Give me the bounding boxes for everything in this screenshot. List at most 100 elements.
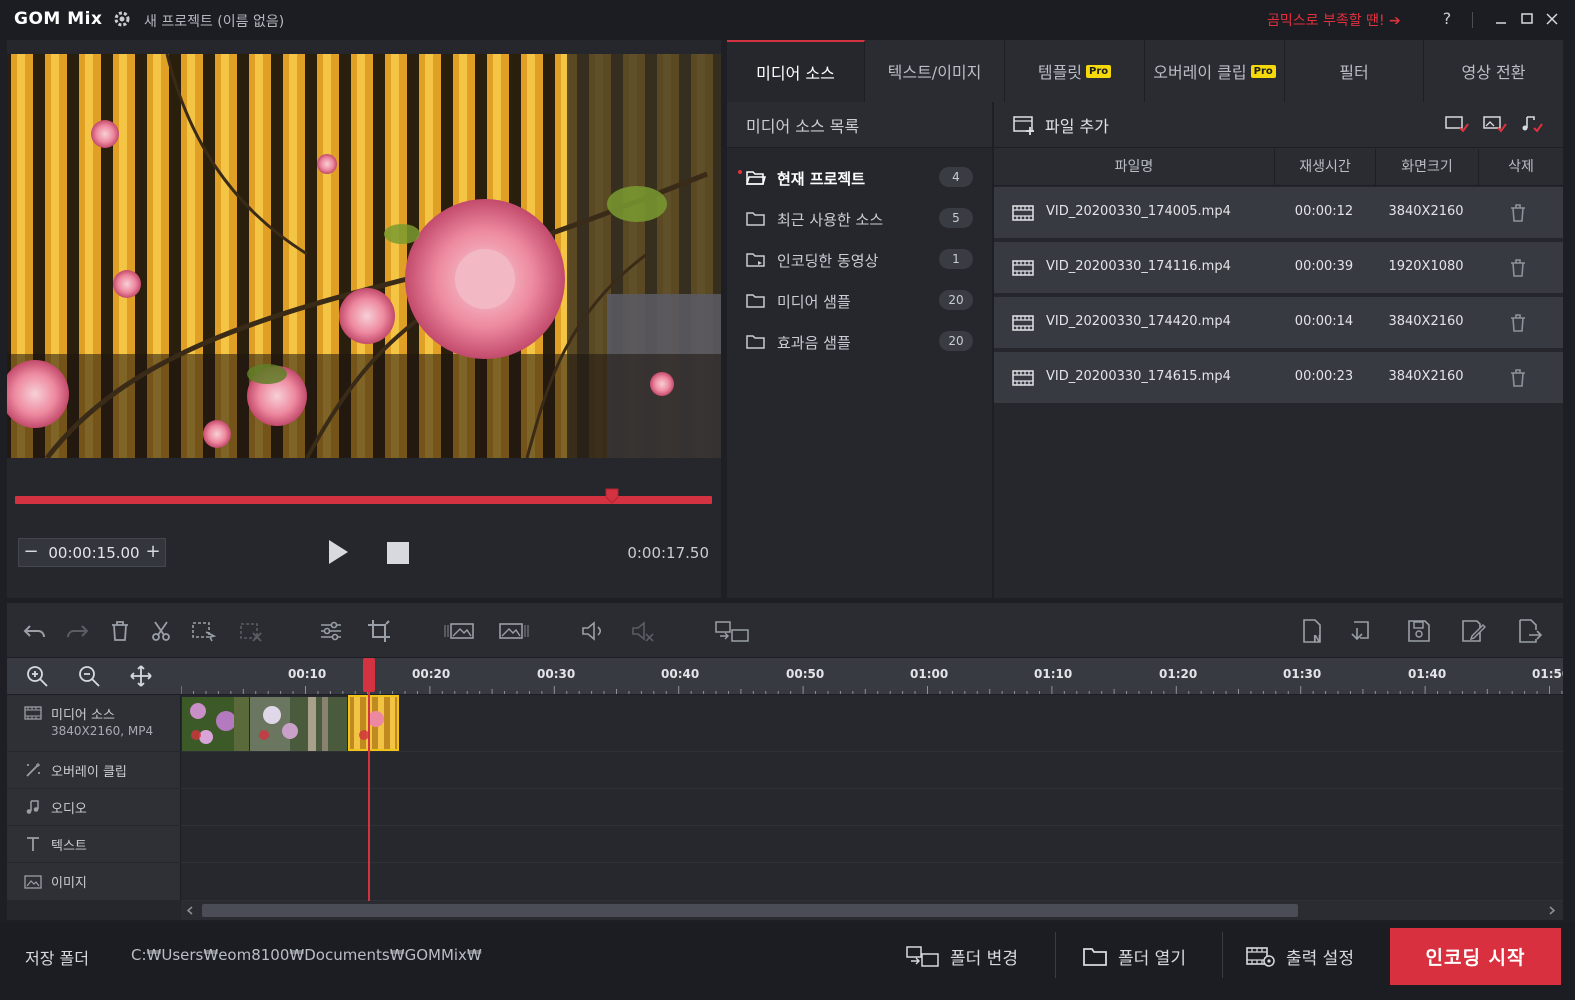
add-file-button[interactable]: 파일 추가 [1045, 113, 1109, 137]
output-settings-button[interactable]: 출력 설정 [1246, 930, 1354, 982]
image-track-lane[interactable] [182, 863, 1563, 901]
tab-media-source[interactable]: 미디어 소스 [727, 40, 865, 102]
trash-icon[interactable] [1509, 368, 1527, 388]
cut-icon[interactable] [148, 618, 174, 644]
minimize-icon[interactable] [1491, 8, 1511, 30]
export-project-icon[interactable] [1516, 618, 1542, 644]
film-icon [24, 705, 42, 721]
source-item-sound-samples[interactable]: 효과음 샘플 20 [727, 321, 992, 362]
replace-clip-icon[interactable] [714, 618, 750, 644]
select-range-icon[interactable] [190, 618, 216, 644]
crop-icon[interactable] [366, 618, 392, 644]
tab-transition[interactable]: 영상 전환 [1424, 40, 1563, 102]
time-decrement-button[interactable]: − [20, 540, 42, 565]
track-label-audio: 오디오 [7, 789, 181, 826]
select-image-icon[interactable] [1482, 114, 1508, 134]
stop-icon[interactable] [386, 541, 410, 565]
source-item-label: 효과음 샘플 [777, 334, 851, 352]
tab-template[interactable]: 템플릿 Pro [1005, 40, 1145, 102]
select-audio-icon[interactable] [1520, 114, 1544, 134]
timeline-clip[interactable] [182, 697, 249, 751]
tab-label: 미디어 소스 [756, 64, 835, 83]
ruler-tick-label: 00:50 [786, 667, 825, 681]
pro-badge: Pro [1250, 64, 1276, 78]
playhead-handle[interactable] [363, 658, 375, 692]
save-as-icon[interactable] [1460, 618, 1486, 644]
zoom-in-icon[interactable] [25, 664, 49, 688]
mute-icon[interactable] [630, 618, 656, 644]
open-project-icon[interactable] [1350, 618, 1376, 644]
source-item-current-project[interactable]: 현재 프로젝트 4 [727, 157, 992, 198]
overlay-track-lane[interactable] [182, 752, 1563, 789]
fit-timeline-icon[interactable] [129, 664, 153, 688]
file-duration: 00:00:39 [1294, 259, 1354, 274]
split-clip-icon[interactable] [238, 618, 264, 644]
open-folder-button[interactable]: 폴더 열기 [1082, 930, 1186, 982]
column-header-duration[interactable]: 재생시간 [1275, 156, 1375, 176]
seek-handle[interactable] [605, 488, 619, 504]
change-folder-button[interactable]: 폴더 변경 [906, 930, 1018, 982]
source-item-recent[interactable]: 최근 사용한 소스 5 [727, 198, 992, 239]
tab-overlay-clip[interactable]: 오버레이 클립 Pro [1145, 40, 1285, 102]
current-time-input[interactable]: 00:00:15.00 [44, 544, 144, 562]
folder-video-icon [746, 251, 766, 269]
column-header-filename[interactable]: 파일명 [994, 156, 1274, 176]
timeline-ruler[interactable] [181, 658, 1563, 695]
file-row[interactable]: VID_20200330_174615.mp4 00:00:23 3840X21… [994, 352, 1563, 405]
start-encoding-button[interactable]: 인코딩 시작 [1390, 928, 1561, 985]
source-item-encoded[interactable]: 인코딩한 동영상 1 [727, 239, 992, 280]
ruler-tick-label: 00:20 [412, 667, 451, 681]
settings-gear-icon[interactable] [113, 10, 131, 28]
source-item-media-samples[interactable]: 미디어 샘플 20 [727, 280, 992, 321]
track-name: 텍스트 [51, 839, 87, 854]
tab-text-image[interactable]: 텍스트/이미지 [865, 40, 1005, 102]
track-media-info: 3840X2160, MP4 [51, 724, 154, 738]
track-label-media: 미디어 소스 3840X2160, MP4 [7, 695, 181, 752]
delete-icon[interactable] [107, 618, 133, 644]
help-button[interactable]: ? [1438, 9, 1456, 28]
insert-image-before-icon[interactable] [442, 618, 476, 644]
file-row[interactable]: VID_20200330_174116.mp4 00:00:39 1920X10… [994, 242, 1563, 295]
playhead-line[interactable] [368, 658, 370, 902]
play-icon[interactable] [326, 538, 350, 566]
timeline-clip[interactable] [250, 697, 347, 751]
trash-icon[interactable] [1509, 313, 1527, 333]
column-header-resolution[interactable]: 화면크기 [1376, 156, 1478, 176]
change-folder-icon [906, 944, 940, 968]
image-icon [24, 874, 42, 890]
save-project-icon[interactable] [1406, 618, 1432, 644]
source-item-count: 4 [939, 167, 973, 187]
trash-icon[interactable] [1509, 203, 1527, 223]
add-file-icon[interactable] [1012, 113, 1036, 135]
time-increment-button[interactable]: + [142, 540, 164, 565]
magic-wand-icon [24, 762, 42, 778]
audio-track-lane[interactable] [182, 789, 1563, 826]
save-folder-path: C:₩Users₩eom8100₩Documents₩GOMMix₩ [131, 946, 482, 964]
close-icon[interactable] [1542, 8, 1562, 30]
scroll-right-icon[interactable] [1546, 904, 1558, 917]
file-row[interactable]: VID_20200330_174005.mp4 00:00:12 3840X21… [994, 187, 1563, 240]
trash-icon[interactable] [1509, 258, 1527, 278]
film-icon [1012, 314, 1034, 332]
svg-text:N: N [1313, 634, 1321, 644]
adjust-sliders-icon[interactable] [318, 618, 344, 644]
volume-icon[interactable] [580, 618, 606, 644]
ruler-tick-label: 00:40 [661, 667, 700, 681]
new-project-icon[interactable]: N [1300, 618, 1326, 644]
maximize-icon[interactable] [1517, 8, 1537, 30]
redo-icon[interactable] [64, 618, 90, 644]
tab-filter[interactable]: 필터 [1285, 40, 1424, 102]
timeline-clip-selected[interactable] [348, 695, 399, 751]
text-track-lane[interactable] [182, 826, 1563, 863]
music-note-icon [24, 799, 42, 815]
file-row[interactable]: VID_20200330_174420.mp4 00:00:14 3840X21… [994, 297, 1563, 350]
undo-icon[interactable] [22, 618, 48, 644]
select-video-icon[interactable] [1444, 114, 1470, 134]
insert-image-after-icon[interactable] [497, 618, 531, 644]
promo-link[interactable]: 곰믹스로 부족할 땐! ➔ [1267, 10, 1401, 30]
ruler-tick-label: 00:10 [288, 667, 327, 681]
scroll-left-icon[interactable] [184, 904, 196, 917]
scrollbar-thumb[interactable] [202, 904, 1298, 917]
zoom-out-icon[interactable] [77, 664, 101, 688]
ruler-tick-label: 01:00 [910, 667, 949, 681]
